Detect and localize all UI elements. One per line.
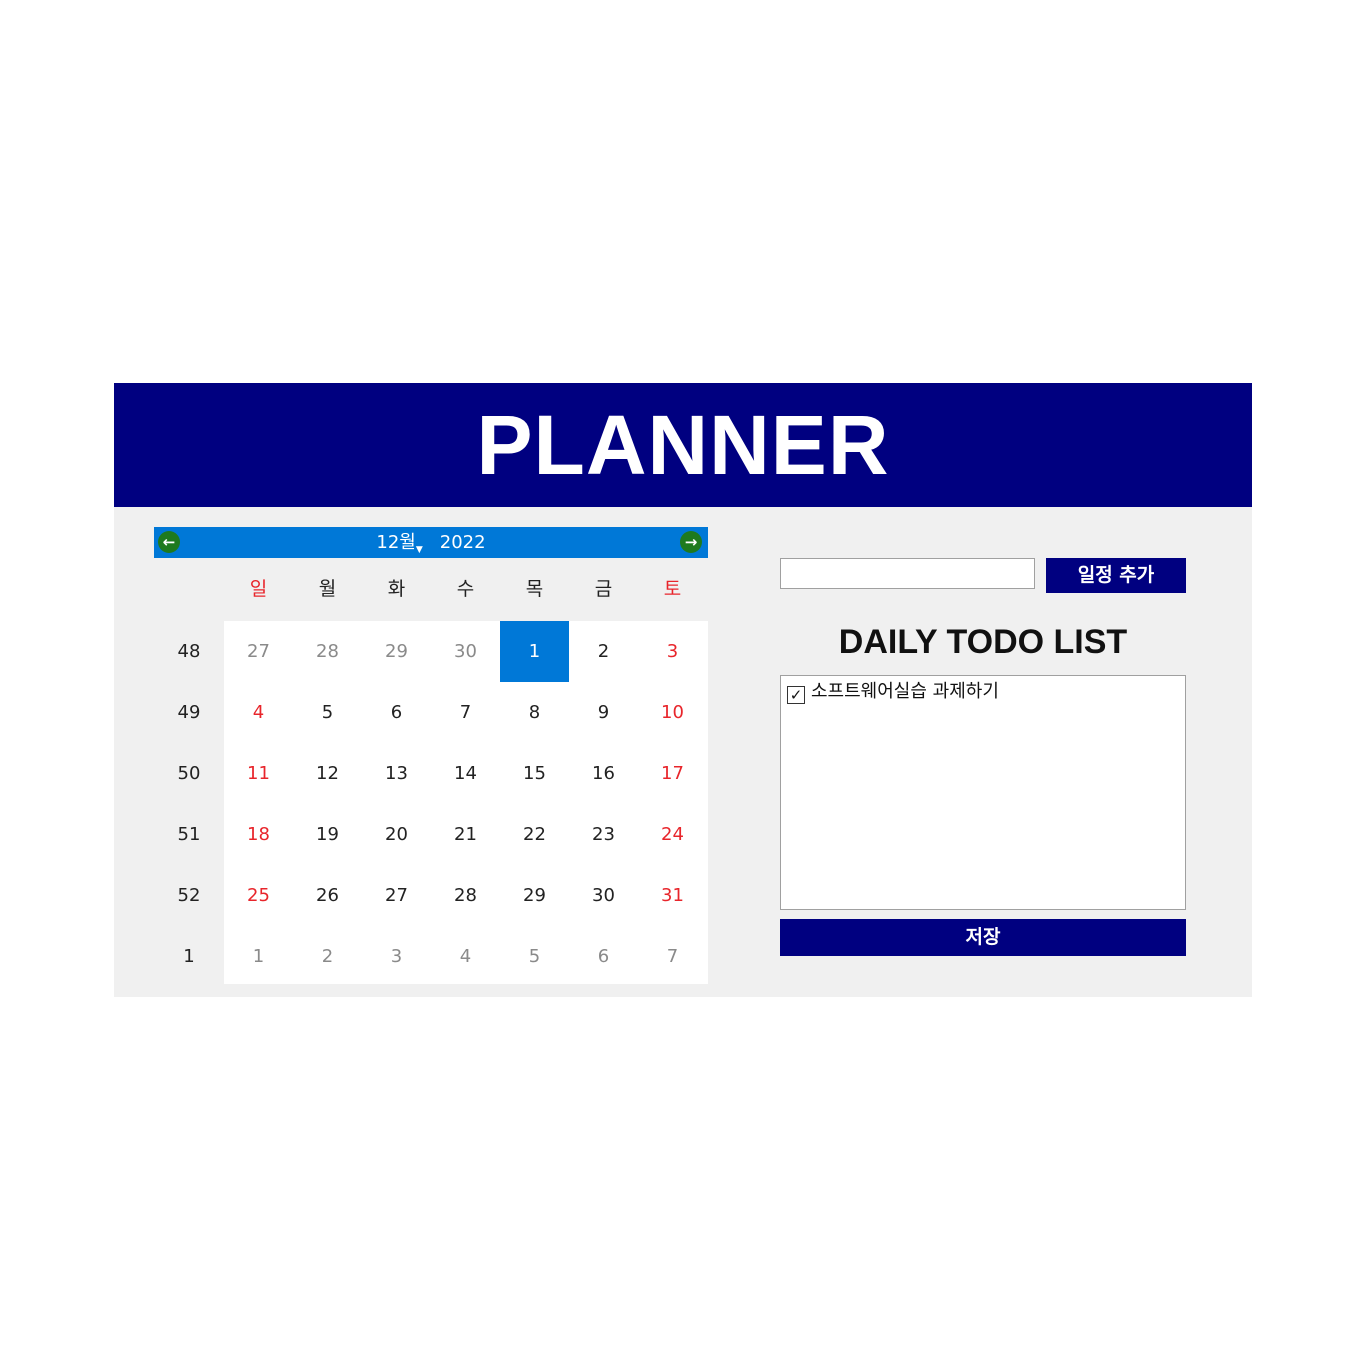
- calendar-day[interactable]: 21: [431, 804, 500, 865]
- add-schedule-button[interactable]: 일정 추가: [1046, 558, 1186, 593]
- header-bar: PLANNER: [114, 383, 1252, 507]
- todo-input[interactable]: [780, 558, 1035, 589]
- todo-item-text: 소프트웨어실습 과제하기: [811, 681, 999, 702]
- day-grid: 27 28 29 30 1 2 3 4 5 6 7 8 9 10 11 12 13 14 15 16 17 18 19 20 2…: [224, 621, 708, 984]
- weekday-label: 화: [387, 578, 406, 600]
- calendar-day[interactable]: 20: [362, 804, 431, 865]
- calendar-day[interactable]: 5: [500, 926, 569, 987]
- calendar-day[interactable]: 15: [500, 743, 569, 804]
- todo-list[interactable]: ✓ 소프트웨어실습 과제하기: [780, 675, 1186, 910]
- calendar-day[interactable]: 28: [293, 621, 362, 682]
- calendar-day[interactable]: 4: [431, 926, 500, 987]
- calendar-day[interactable]: 27: [362, 865, 431, 926]
- calendar-day[interactable]: 7: [638, 926, 707, 987]
- calendar-day[interactable]: 2: [293, 926, 362, 987]
- week-number: 50: [177, 763, 201, 784]
- calendar-day[interactable]: 31: [638, 865, 707, 926]
- calendar-day[interactable]: 27: [224, 621, 293, 682]
- calendar-day[interactable]: 26: [293, 865, 362, 926]
- weekday-label: 금: [594, 578, 613, 600]
- calendar-day[interactable]: 22: [500, 804, 569, 865]
- calendar-day[interactable]: 25: [224, 865, 293, 926]
- weekday-label: 토: [663, 578, 682, 600]
- calendar-day[interactable]: 6: [569, 926, 638, 987]
- todo-item[interactable]: ✓ 소프트웨어실습 과제하기: [787, 680, 999, 704]
- weekday-label: 목: [525, 578, 544, 600]
- weekday-label: 수: [456, 578, 475, 600]
- calendar-day[interactable]: 5: [293, 682, 362, 743]
- arrow-right-icon[interactable]: →: [680, 531, 702, 553]
- calendar-month-year[interactable]: 12월▼ 2022: [154, 527, 708, 558]
- calendar-day[interactable]: 6: [362, 682, 431, 743]
- calendar-day[interactable]: 29: [500, 865, 569, 926]
- calendar-day[interactable]: 24: [638, 804, 707, 865]
- chevron-down-icon: ▼: [415, 545, 423, 555]
- calendar-day[interactable]: 23: [569, 804, 638, 865]
- calendar-day[interactable]: 3: [362, 926, 431, 987]
- checkmark-icon: ✓: [789, 686, 803, 704]
- weekday-label: 월: [318, 578, 337, 600]
- calendar-day[interactable]: 1: [500, 621, 569, 682]
- checkbox[interactable]: ✓: [787, 686, 805, 704]
- todo-list-title: DAILY TODO LIST: [838, 623, 1128, 661]
- calendar-day[interactable]: 1: [224, 926, 293, 987]
- calendar-day[interactable]: 8: [500, 682, 569, 743]
- calendar-day[interactable]: 2: [569, 621, 638, 682]
- week-number: 1: [183, 946, 195, 967]
- weekday-header-row: 일월화수목금토: [154, 558, 708, 621]
- calendar-day[interactable]: 10: [638, 682, 707, 743]
- calendar-day[interactable]: 29: [362, 621, 431, 682]
- calendar-day[interactable]: 16: [569, 743, 638, 804]
- week-number: 49: [177, 702, 201, 723]
- week-number: 52: [177, 885, 201, 906]
- week-number: 48: [177, 641, 201, 662]
- calendar-day[interactable]: 19: [293, 804, 362, 865]
- calendar-day[interactable]: 13: [362, 743, 431, 804]
- calendar-day[interactable]: 11: [224, 743, 293, 804]
- calendar-day[interactable]: 7: [431, 682, 500, 743]
- calendar-nav-bar: ← 12월▼ 2022 →: [154, 527, 708, 558]
- calendar-day[interactable]: 17: [638, 743, 707, 804]
- calendar-year[interactable]: 2022: [440, 532, 486, 553]
- calendar-day[interactable]: 12: [293, 743, 362, 804]
- calendar-day[interactable]: 14: [431, 743, 500, 804]
- calendar-day[interactable]: 18: [224, 804, 293, 865]
- weekday-label: 일: [249, 578, 268, 600]
- save-button[interactable]: 저장: [780, 919, 1186, 956]
- month-calendar[interactable]: ← 12월▼ 2022 → 일월화수목금토 48 49 50 51 52 1 27 28 29 3…: [154, 527, 708, 984]
- calendar-day[interactable]: 28: [431, 865, 500, 926]
- calendar-day[interactable]: 30: [431, 621, 500, 682]
- calendar-day[interactable]: 3: [638, 621, 707, 682]
- planner-window: PLANNER ← 12월▼ 2022 → 일월화수목금토 48 49 50 51 52 1…: [114, 383, 1252, 997]
- calendar-day[interactable]: 9: [569, 682, 638, 743]
- app-title: PLANNER: [476, 398, 890, 492]
- calendar-day[interactable]: 4: [224, 682, 293, 743]
- calendar-day[interactable]: 30: [569, 865, 638, 926]
- calendar-month[interactable]: 12월: [376, 532, 415, 553]
- week-number: 51: [177, 824, 201, 845]
